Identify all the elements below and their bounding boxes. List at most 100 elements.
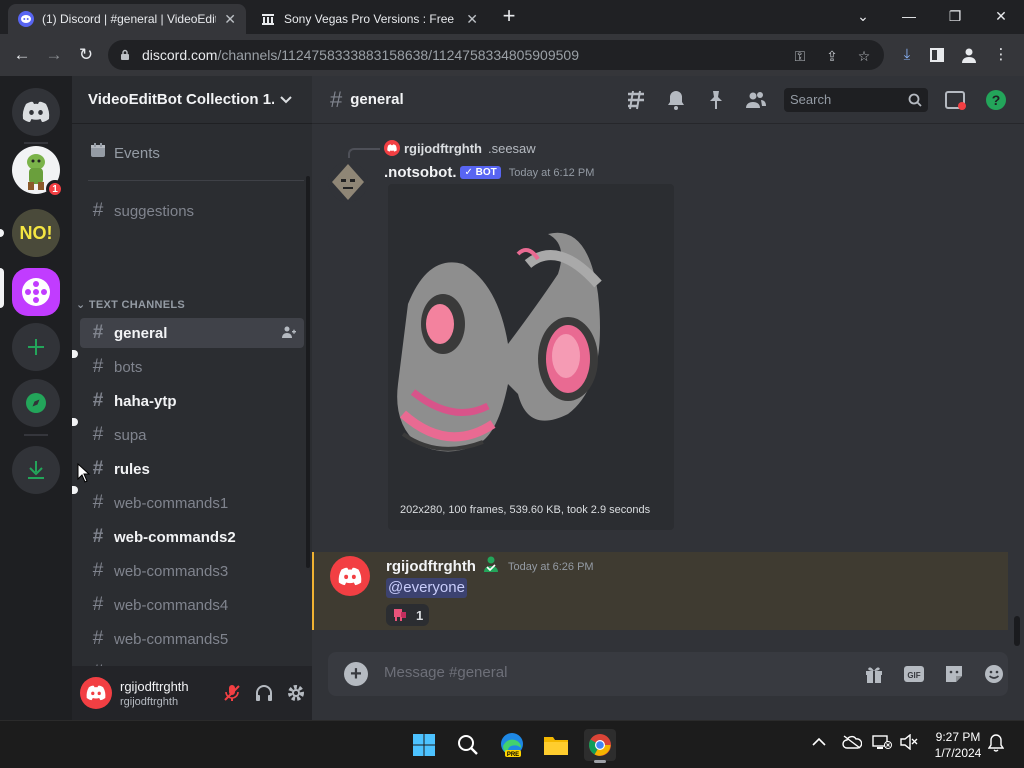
emoji-icon[interactable] (982, 662, 1006, 686)
channel-supa[interactable]: # supa (80, 420, 304, 450)
side-panel-icon[interactable] (926, 43, 948, 67)
image-embed[interactable]: 202x280, 100 frames, 539.60 KB, took 2.9… (388, 184, 674, 530)
message-input[interactable]: Message #general (384, 664, 507, 681)
channel-label: web-commands4 (114, 596, 229, 614)
inbox-icon[interactable] (944, 88, 968, 112)
channel-general[interactable]: # general (80, 318, 304, 348)
edge-beta-button[interactable]: PRE (496, 729, 528, 761)
channel-label: bots (114, 358, 143, 376)
sticker-icon[interactable] (942, 662, 966, 686)
channel-web-commands1[interactable]: # web-commands1 (80, 488, 304, 518)
channel-web-commands5[interactable]: # web-commands5 (80, 624, 304, 654)
settings-gear-icon[interactable] (280, 677, 312, 709)
direct-messages-button[interactable] (12, 88, 60, 136)
mute-mic-icon[interactable] (216, 677, 248, 709)
gift-icon[interactable] (862, 662, 886, 686)
avatar[interactable] (80, 677, 112, 709)
threads-icon[interactable] (624, 88, 648, 112)
new-tab-button[interactable]: + (500, 5, 518, 28)
member-list-icon[interactable] (744, 88, 768, 112)
reply-reference[interactable]: rgijodftrghth .seesaw (384, 140, 536, 156)
bookmark-star-icon[interactable]: ☆ (854, 46, 874, 66)
channel-scrollbar[interactable] (306, 176, 310, 568)
clock-time: 9:27 PM (935, 730, 981, 744)
start-button[interactable] (408, 729, 440, 761)
user-info[interactable]: rgijodftrghth rgijodftrghth (120, 679, 216, 708)
message-author[interactable]: rgijodftrghth (386, 558, 476, 575)
reaction-count: 1 (416, 607, 424, 623)
close-window-icon[interactable]: ✕ (989, 4, 1013, 28)
channel-suggestions[interactable]: # suggestions (80, 196, 304, 226)
svg-text:NO!: NO! (20, 223, 53, 243)
svg-text:?: ? (992, 92, 1001, 108)
chrome-button[interactable] (584, 729, 616, 763)
headphones-icon[interactable] (248, 677, 280, 709)
minimize-icon[interactable]: — (897, 4, 921, 28)
channel-haha-ytp[interactable]: # haha-ytp (80, 386, 304, 416)
more-menu-icon[interactable]: ⋮ (990, 43, 1012, 67)
attach-plus-icon[interactable]: + (344, 662, 368, 686)
server-icon-green-character[interactable]: 1 (12, 146, 64, 198)
close-tab-icon[interactable]: ✕ (224, 11, 236, 28)
address-bar[interactable]: discord.com/channels/1124758333883158638… (108, 40, 884, 70)
network-icon[interactable] (872, 733, 892, 753)
hash-icon: # (330, 86, 343, 112)
channel-rules[interactable]: # rules (80, 454, 304, 484)
compass-icon (26, 393, 46, 413)
unread-indicator (72, 350, 78, 358)
notification-bell-icon[interactable] (664, 88, 688, 112)
share-icon[interactable]: ⇪ (822, 46, 842, 66)
channel-web-commands4[interactable]: # web-commands4 (80, 590, 304, 620)
reaction-emoji-icon (392, 606, 408, 625)
hash-icon: # (92, 628, 104, 649)
reload-icon[interactable]: ↻ (74, 43, 98, 67)
server-separator (24, 434, 48, 436)
search-input[interactable]: Search (784, 88, 928, 112)
events-item[interactable]: Events (80, 138, 304, 168)
back-arrow-icon[interactable]: ← (10, 43, 34, 67)
tab-search-chevron-icon[interactable]: ⌄ (851, 4, 875, 28)
channel-list: Events # suggestions ⌄ TEXT CHANNELS # g… (72, 124, 312, 666)
forward-arrow-icon[interactable]: → (42, 43, 66, 67)
everyone-mention[interactable]: @everyone (386, 578, 467, 598)
help-icon[interactable]: ? (984, 88, 1008, 112)
category-label: TEXT CHANNELS (88, 299, 186, 311)
taskbar-clock[interactable]: 9:27 PM 1/7/2024 (926, 729, 990, 761)
gif-icon[interactable]: GIF (902, 662, 926, 686)
volume-muted-icon[interactable] (900, 733, 918, 753)
tab-sony-vegas[interactable]: Sony Vegas Pro Versions : Free D ✕ (250, 4, 488, 34)
close-tab-icon[interactable]: ✕ (466, 11, 478, 28)
search-button[interactable] (452, 729, 484, 761)
message-scrollbar[interactable] (1014, 616, 1020, 646)
server-icon-no[interactable]: NO! (12, 209, 60, 257)
channel-web-commtains6[interactable]: # web-commtains6 (80, 658, 304, 666)
server-icon-videoeditbot[interactable] (12, 268, 60, 316)
download-icon[interactable]: ⤓ (896, 43, 918, 67)
server-separator (24, 142, 48, 144)
file-explorer-button[interactable] (540, 729, 572, 761)
pin-icon[interactable] (704, 88, 728, 112)
show-hidden-icons-chevron-icon[interactable] (812, 733, 826, 750)
server-header[interactable]: VideoEditBot Collection 1.0 (72, 76, 312, 124)
add-member-icon[interactable] (282, 326, 296, 341)
onedrive-icon[interactable] (842, 733, 863, 752)
message-author[interactable]: .notsobot. (384, 164, 456, 181)
download-apps-button[interactable] (12, 446, 60, 494)
notification-bell-icon[interactable] (987, 733, 1005, 755)
explore-servers-button[interactable] (12, 379, 60, 427)
reaction-chip[interactable]: 1 (386, 604, 430, 626)
channel-bots[interactable]: # bots (80, 352, 304, 382)
message-composer[interactable]: + Message #general GIF (328, 652, 1008, 696)
category-text-channels[interactable]: ⌄ TEXT CHANNELS (76, 298, 185, 311)
tab-discord[interactable]: (1) Discord | #general | VideoEdit ✕ (8, 4, 246, 34)
avatar[interactable] (328, 162, 368, 202)
restore-icon[interactable]: ❐ (943, 4, 967, 28)
channel-web-commands2[interactable]: # web-commands2 (80, 522, 304, 552)
key-icon[interactable]: ⚿ (790, 46, 810, 66)
message-header: rgijodftrghth Today at 6:26 PM (386, 556, 594, 577)
avatar[interactable] (330, 556, 370, 596)
profile-icon[interactable] (958, 43, 980, 67)
add-server-button[interactable] (12, 323, 60, 371)
channel-label: web-commands2 (114, 528, 236, 546)
channel-web-commands3[interactable]: # web-commands3 (80, 556, 304, 586)
